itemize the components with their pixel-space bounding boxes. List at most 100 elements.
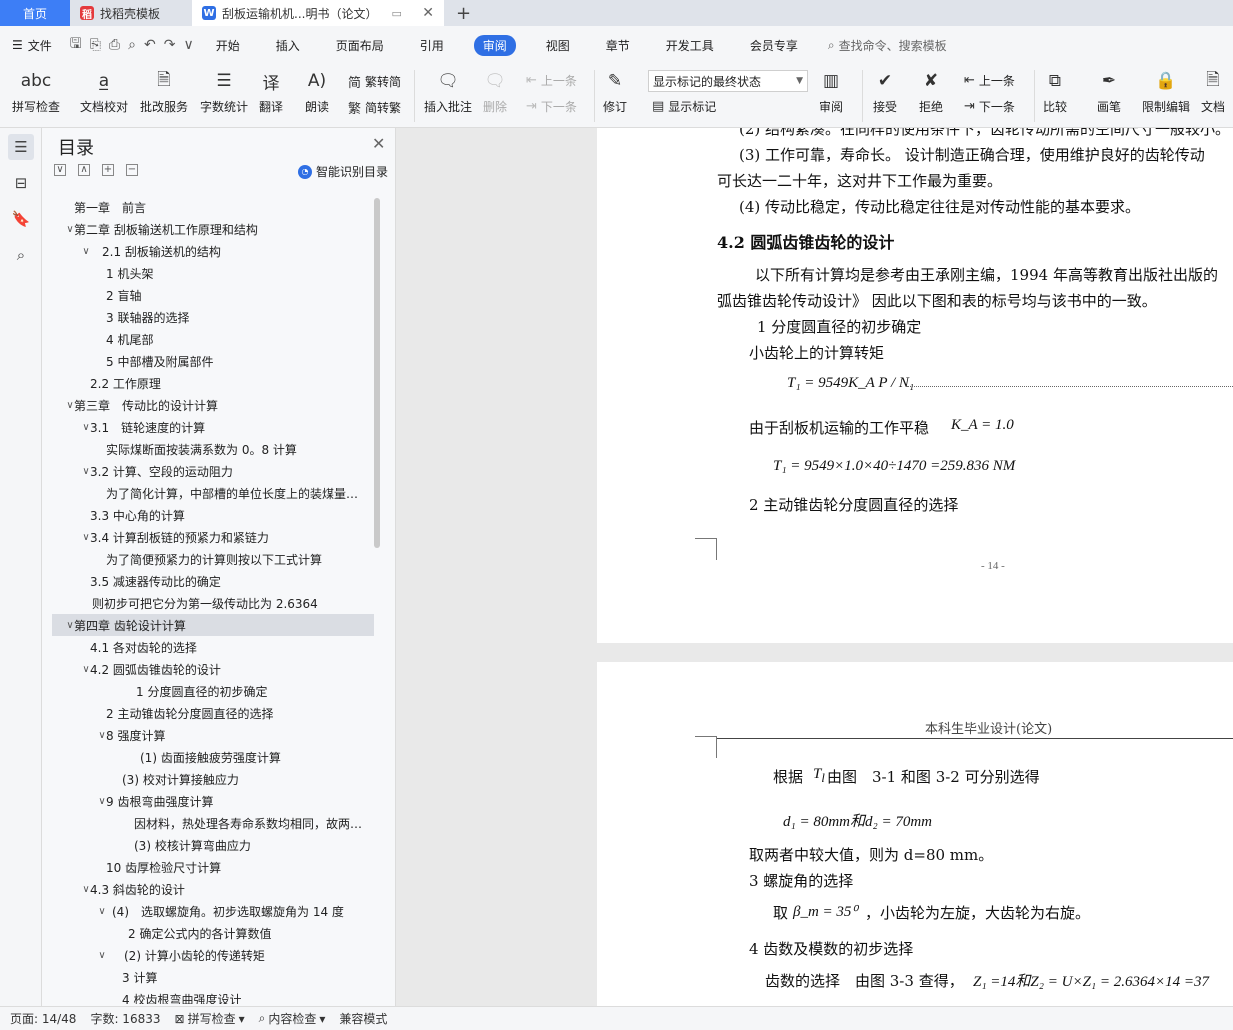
toc-item[interactable]: ∨ 3.4 计算刮板链的预紧力和紧链力 — [52, 526, 374, 548]
undo-icon[interactable]: ↶ — [144, 37, 156, 53]
collapse-all-icon[interactable]: ∨ — [54, 164, 66, 176]
toc-item[interactable]: ∨ 4.2 圆弧齿锥齿轮的设计 — [52, 658, 374, 680]
read-aloud-button[interactable]: A) 朗读 — [304, 68, 330, 115]
file-menu[interactable]: ☰ 文件 — [12, 37, 52, 54]
show-markup-button[interactable]: ▤ 显示标记 — [652, 98, 716, 115]
spell-check-button[interactable]: abc 拼写检查 — [12, 68, 60, 115]
restrict-editing-button[interactable]: 🔒 限制编辑 — [1142, 68, 1190, 115]
toc-item[interactable]: ∨ 第三章 传动比的设计计算 — [52, 394, 374, 416]
menu-tab-layout[interactable]: 页面布局 — [330, 35, 390, 56]
accept-button[interactable]: ✔ 接受 — [872, 68, 898, 115]
monitor-icon[interactable]: ▭ — [391, 7, 401, 20]
toc-item[interactable]: 5 中部槽及附属部件 — [52, 350, 374, 372]
toc-item[interactable]: ∨ 3.1 链轮速度的计算 — [52, 416, 374, 438]
redo-icon[interactable]: ↷ — [164, 37, 176, 53]
doc-proofread-button[interactable]: a̲ 文档校对 — [80, 68, 128, 115]
word-count[interactable]: 字数: 16833 — [90, 1010, 160, 1027]
toc-item[interactable]: 1 机头架 — [52, 262, 374, 284]
chevron-down-icon[interactable]: ∨ — [80, 246, 92, 257]
page-indicator[interactable]: 页面: 14/48 — [10, 1010, 76, 1027]
toc-item[interactable]: 2.2 工作原理 — [52, 372, 374, 394]
toc-item[interactable]: ∨ 第二章 刮板输送机工作原理和结构 — [52, 218, 374, 240]
menu-tab-section[interactable]: 章节 — [600, 35, 636, 56]
toc-item[interactable]: 1 分度圆直径的初步确定 — [52, 680, 374, 702]
find-icon[interactable]: ⌕ — [8, 242, 34, 268]
translate-button[interactable]: 译 翻译 — [258, 68, 284, 115]
toc-scrollbar[interactable] — [374, 198, 380, 548]
more-icon[interactable]: ∨ — [183, 37, 193, 53]
delete-comment-button[interactable]: 🗨 删除 — [482, 68, 508, 115]
toc-item[interactable]: ∨ 2.1 刮板输送机的结构 — [52, 240, 374, 262]
insert-comment-button[interactable]: 🗨 插入批注 — [424, 68, 472, 115]
toc-item[interactable]: 实际煤断面按装满系数为 0。8 计算 — [52, 438, 374, 460]
toc-item[interactable]: ∨ (2) 计算小齿轮的传递转矩 — [52, 944, 374, 966]
compare-button[interactable]: ⧉ 比较 — [1042, 68, 1068, 115]
toc-item[interactable]: ∨ 9 齿根弯曲强度计算 — [52, 790, 374, 812]
command-search[interactable]: ⌕ 查找命令、搜索模板 — [828, 37, 947, 54]
toc-panel-icon[interactable]: ☰ — [8, 134, 34, 160]
toc-item[interactable]: ∨ 第四章 齿轮设计计算 — [52, 614, 374, 636]
next-comment-button[interactable]: ⇥ 下一条 — [526, 98, 577, 115]
next-change-button[interactable]: ⇥ 下一条 — [964, 98, 1015, 115]
toc-item[interactable]: 4 校齿根弯曲强度设计 — [52, 988, 374, 1005]
status-content-check[interactable]: ⌕ 内容检查 ▾ — [259, 1010, 326, 1027]
menu-tab-start[interactable]: 开始 — [210, 35, 246, 56]
toc-item[interactable]: (1) 齿面接触疲劳强度计算 — [52, 746, 374, 768]
simp-to-trad-button[interactable]: 繁 简转繁 — [348, 98, 401, 117]
chevron-down-icon[interactable]: ∨ — [96, 950, 108, 961]
remove-heading-icon[interactable]: − — [126, 164, 138, 176]
smart-toc-button[interactable]: ◔ 智能识别目录 — [298, 163, 388, 180]
toc-item[interactable]: 为了简便预紧力的计算则按以下工式计算 — [52, 548, 374, 570]
toc-item[interactable]: 3 联轴器的选择 — [52, 306, 374, 328]
print-preview-icon[interactable]: ⌕ — [128, 37, 136, 53]
toc-item[interactable]: 2 主动锥齿轮分度圆直径的选择 — [52, 702, 374, 724]
track-changes-button[interactable]: ✎ 修订 — [602, 68, 628, 115]
expand-up-icon[interactable]: ∧ — [78, 164, 90, 176]
close-tab-icon[interactable]: ✕ — [422, 5, 434, 21]
chevron-down-icon[interactable]: ∨ — [96, 906, 108, 917]
toc-item[interactable]: ∨ 4.3 斜齿轮的设计 — [52, 878, 374, 900]
reject-button[interactable]: ✘ 拒绝 — [918, 68, 944, 115]
menu-tab-review[interactable]: 审阅 — [473, 34, 516, 56]
toc-item[interactable]: (3) 校核计算弯曲应力 — [52, 834, 374, 856]
pen-button[interactable]: ✒ 画笔 — [1096, 68, 1122, 115]
bookmark-icon[interactable]: 🔖 — [8, 206, 34, 232]
export-pdf-icon[interactable]: ⎘ — [90, 37, 101, 53]
toc-item[interactable]: 3.5 减速器传动比的确定 — [52, 570, 374, 592]
tab-home[interactable]: 首页 — [0, 0, 70, 26]
toc-item[interactable]: 第一章 前言 — [52, 196, 374, 218]
print-icon[interactable]: ⎙ — [109, 37, 120, 53]
batch-service-button[interactable]: 🗎 批改服务 — [140, 68, 188, 115]
toc-item[interactable]: ∨ (4) 选取螺旋角。初步选取螺旋角为 14 度 — [52, 900, 374, 922]
trad-to-simp-button[interactable]: 简 繁转简 — [348, 72, 401, 91]
toc-item[interactable]: 2 确定公式内的各计算数值 — [52, 922, 374, 944]
toc-item[interactable]: 为了简化计算，中部槽的单位长度上的装煤量按装满系数为 — [52, 482, 374, 504]
close-icon[interactable]: ✕ — [372, 134, 385, 153]
toc-item[interactable]: ∨ 3.2 计算、空段的运动阻力 — [52, 460, 374, 482]
toc-item[interactable]: 4 机尾部 — [52, 328, 374, 350]
markup-state-select[interactable]: 显示标记的最终状态 ▼ — [648, 70, 808, 92]
prev-comment-button[interactable]: ⇤ 上一条 — [526, 72, 577, 89]
new-tab-button[interactable]: + — [444, 0, 483, 26]
toc-item[interactable]: 则初步可把它分为第一级传动比为 2.6364 — [52, 592, 374, 614]
tab-docer[interactable]: 稻 找稻壳模板 — [70, 0, 192, 26]
toc-item[interactable]: 10 齿厚检验尺寸计算 — [52, 856, 374, 878]
menu-tab-developer[interactable]: 开发工具 — [660, 35, 720, 56]
toc-item[interactable]: (3) 校对计算接触应力 — [52, 768, 374, 790]
menu-tab-member[interactable]: 会员专享 — [744, 35, 804, 56]
toc-item[interactable]: 3 计算 — [52, 966, 374, 988]
toc-item[interactable]: 2 盲轴 — [52, 284, 374, 306]
toc-item[interactable]: 因材料，热处理各寿命系数均相同，故两齿轮的许用应力相同 — [52, 812, 374, 834]
tab-document[interactable]: W 刮板运输机机...明书（论文） ▭ ✕ — [192, 0, 444, 26]
prev-change-button[interactable]: ⇤ 上一条 — [964, 72, 1015, 89]
menu-tab-insert[interactable]: 插入 — [270, 35, 306, 56]
save-icon[interactable]: 🖫 — [70, 33, 82, 57]
document-permissions-button[interactable]: 🗎 文档 — [1200, 68, 1226, 115]
chapter-nav-icon[interactable]: ⊟ — [8, 170, 34, 196]
word-count-button[interactable]: ☰ 字数统计 — [200, 68, 248, 115]
menu-tab-references[interactable]: 引用 — [414, 35, 450, 56]
toc-item[interactable]: ∨ 8 强度计算 — [52, 724, 374, 746]
status-spell-check[interactable]: ⊠ 拼写检查 ▾ — [175, 1010, 245, 1027]
menu-tab-view[interactable]: 视图 — [540, 35, 576, 56]
add-heading-icon[interactable]: + — [102, 164, 114, 176]
